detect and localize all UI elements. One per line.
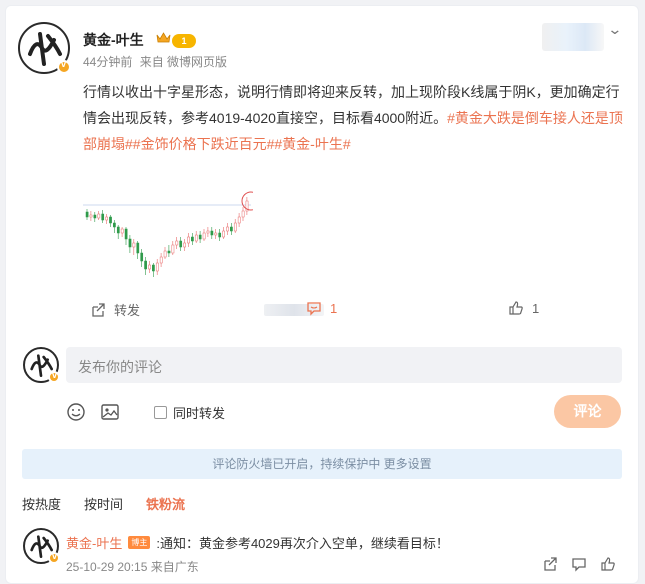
candle — [85, 211, 89, 218]
candle — [128, 238, 132, 248]
comment-author-name[interactable]: 黄金-叶生 — [66, 533, 122, 552]
candle — [109, 216, 112, 224]
candle — [233, 222, 237, 232]
comment-sort-tabs: 按热度 按时间 铁粉流 — [22, 494, 185, 513]
repost-icon — [92, 302, 105, 317]
like-icon[interactable] — [600, 556, 616, 572]
candle — [163, 250, 167, 258]
candle — [113, 222, 116, 228]
candle — [124, 228, 128, 240]
hashtag-link[interactable]: #黄金-叶生# — [274, 136, 350, 152]
share-icon[interactable] — [542, 556, 558, 572]
comment-icon — [307, 302, 321, 316]
repost-button[interactable]: 转发 — [90, 300, 140, 319]
comment-location: 来自广东 — [150, 560, 199, 574]
follow-button-blurred[interactable] — [542, 23, 604, 51]
comment-author-avatar[interactable] — [23, 528, 60, 564]
candle — [152, 264, 155, 272]
like-button[interactable]: 1 — [508, 300, 539, 316]
candle — [89, 214, 93, 218]
emoji-icon[interactable] — [66, 402, 86, 422]
candle — [179, 240, 183, 248]
tab-time[interactable]: 按时间 — [84, 494, 123, 513]
candle — [140, 252, 144, 262]
checkbox-box[interactable] — [154, 405, 167, 419]
candle — [136, 242, 140, 254]
candle — [202, 232, 206, 240]
comment-input[interactable]: 发布你的评论 — [66, 347, 622, 383]
reply-icon[interactable] — [571, 556, 587, 572]
image-icon[interactable] — [100, 402, 120, 422]
hashtag-link[interactable]: #金饰价格下跌近百元# — [133, 136, 275, 152]
candle — [171, 244, 175, 254]
post-action-bar: 转发 1 1 — [6, 298, 640, 322]
candle — [116, 226, 120, 234]
comment-text: :通知：黄金参考4029再次介入空单，继续看目标！ — [156, 536, 449, 551]
candle — [93, 214, 97, 219]
repost-checkbox-label: 同时转发 — [173, 405, 226, 421]
like-count: 1 — [532, 300, 540, 316]
comment-time: 25-10-29 20:15 — [66, 560, 148, 574]
firewall-notice[interactable]: 评论防火墙已开启，持续保护中 更多设置 — [22, 449, 622, 479]
level-badge: 1 — [172, 34, 196, 48]
post-text: 行情以收出十字星形态，说明行情即将迎来反转，加上现阶段K线属于阴K，更加确定行情… — [83, 79, 628, 157]
candle — [218, 232, 222, 238]
comment-meta: 25-10-29 20:15 来自广东 — [66, 558, 199, 575]
like-icon — [509, 301, 523, 315]
verified-icon — [48, 370, 60, 383]
candle — [120, 228, 124, 234]
candle — [237, 216, 241, 224]
chevron-down-icon[interactable]: ⌄ — [607, 21, 622, 38]
candle — [155, 262, 159, 272]
candle — [148, 264, 151, 270]
candle — [226, 226, 229, 232]
post-image-kline-chart[interactable] — [83, 187, 253, 285]
tab-hot[interactable]: 按热度 — [22, 494, 61, 513]
author-avatar[interactable] — [18, 22, 71, 74]
candle — [222, 230, 225, 238]
candle — [206, 230, 210, 234]
repost-label: 转发 — [114, 303, 141, 318]
candle — [210, 230, 214, 236]
candle — [97, 213, 101, 219]
post-source: 来自 微博网页版 — [139, 55, 228, 69]
crown-icon — [156, 32, 171, 43]
candle — [105, 216, 108, 221]
candle — [175, 240, 179, 246]
candle — [159, 256, 163, 264]
comment-count: 1 — [330, 300, 338, 316]
post-author-name[interactable]: 黄金-叶生 — [83, 30, 144, 50]
weibo-post-card: 黄金-叶生 1 44分钟前 来自 微博网页版 ⌄ 行情以收出十字星形态，说明行情… — [5, 5, 639, 584]
candle — [187, 236, 190, 244]
composer-tools: 同时转发 — [66, 402, 225, 422]
candle — [191, 236, 194, 242]
post-meta: 44分钟前 来自 微博网页版 — [83, 53, 231, 70]
post-time[interactable]: 44分钟前 — [83, 55, 132, 69]
candle — [198, 234, 202, 240]
candle — [241, 210, 245, 218]
candle — [144, 260, 147, 270]
comment-button[interactable]: 1 — [306, 300, 337, 316]
tab-fans[interactable]: 铁粉流 — [146, 494, 185, 513]
candle — [132, 242, 136, 248]
user-avatar[interactable] — [23, 347, 60, 383]
repost-checkbox[interactable]: 同时转发 — [154, 403, 225, 422]
verified-icon — [48, 551, 60, 564]
blogger-badge: 博主 — [128, 536, 151, 549]
candle — [167, 250, 171, 254]
comment-actions — [542, 556, 616, 572]
submit-comment-button[interactable]: 评论 — [554, 395, 621, 428]
comment-item: 黄金-叶生 博主 :通知：黄金参考4029再次介入空单，继续看目标！ — [66, 533, 449, 552]
candle — [194, 234, 198, 242]
candle — [214, 232, 218, 236]
candle — [230, 226, 233, 232]
candle — [183, 242, 186, 248]
candle — [101, 213, 105, 221]
verified-icon — [57, 59, 71, 74]
